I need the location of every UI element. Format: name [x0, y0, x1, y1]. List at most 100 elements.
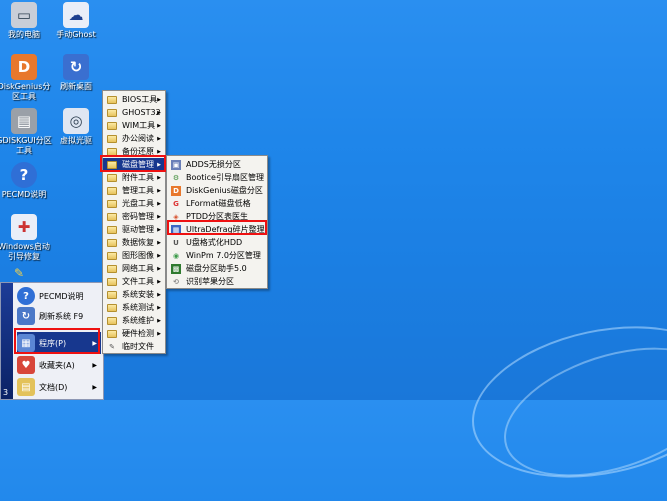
- submenu-arrow-icon: ▶: [157, 213, 161, 220]
- menu-item-label: 图形图像: [122, 251, 154, 260]
- submenu-arrow-icon: ▶: [157, 200, 161, 207]
- desktop-icon-label: PECMD说明: [1, 190, 47, 199]
- desktop-icon-manual-ghost[interactable]: ☁ 手动Ghost: [44, 2, 108, 40]
- pencil-icon: ✎: [109, 342, 115, 351]
- menu-item-file-tools[interactable]: 文件工具 ▶: [103, 275, 165, 288]
- highlight-box-disk-management: [100, 155, 166, 172]
- menu-item-label: 光盘工具: [122, 199, 154, 208]
- menu-item-label: 网络工具: [122, 264, 154, 273]
- folder-icon: [107, 186, 117, 195]
- menu-item-label: DiskGenius磁盘分区: [186, 186, 263, 195]
- highlight-box-programs: [14, 328, 100, 354]
- menu-item-usb-format[interactable]: U U盘格式化HDD: [167, 236, 267, 249]
- menu-item-network-tools[interactable]: 网络工具 ▶: [103, 262, 165, 275]
- partition-assistant-icon: ▩: [171, 263, 181, 274]
- menu-item-admin-tools[interactable]: 管理工具 ▶: [103, 184, 165, 197]
- menu-item-system-install[interactable]: 系统安装 ▶: [103, 288, 165, 301]
- start-menu-item-favorites[interactable]: ♥ 收藏夹(A) ▶: [17, 354, 101, 376]
- documents-icon: ▤: [17, 378, 35, 396]
- folder-icon: [107, 225, 117, 234]
- menu-item-driver-management[interactable]: 驱动管理 ▶: [103, 223, 165, 236]
- highlight-box-ultradefrag: [167, 220, 267, 235]
- desktop-icon-label: 虚拟光驱: [60, 136, 92, 145]
- menu-item-label: 办公阅读: [122, 134, 154, 143]
- submenu-arrow-icon: ▶: [157, 265, 161, 272]
- ghost-icon: ☁: [63, 2, 89, 28]
- folder-icon: [107, 290, 117, 299]
- menu-item-lformat[interactable]: G LFormat磁盘低格: [167, 197, 267, 210]
- start-menu-item-label: 收藏夹(A): [39, 360, 75, 370]
- desktop-icon-virtual-drive[interactable]: ◎ 虚拟光驱: [44, 108, 108, 146]
- submenu-arrow-icon: ▶: [157, 330, 161, 337]
- menu-item-bios-tools[interactable]: BIOS工具 ▶: [103, 93, 165, 106]
- start-menu-item-documents[interactable]: ▤ 文档(D) ▶: [17, 376, 101, 398]
- menu-item-label: 管理工具: [122, 186, 154, 195]
- menu-item-label: 磁盘分区助手5.0: [186, 264, 247, 273]
- desktop-icon-pecmd-help[interactable]: ? PECMD说明: [0, 162, 56, 200]
- diskgenius-icon: D: [11, 54, 37, 80]
- menu-item-ghost32[interactable]: GHOST32 ▶: [103, 106, 165, 119]
- menu-item-label: 驱动管理: [122, 225, 154, 234]
- menu-item-system-maintenance[interactable]: 系统维护 ▶: [103, 314, 165, 327]
- menu-item-password-management[interactable]: 密码管理 ▶: [103, 210, 165, 223]
- help-icon: ?: [17, 287, 35, 305]
- menu-item-label: LFormat磁盘低格: [186, 199, 251, 208]
- gdisk-icon: ▤: [11, 108, 37, 134]
- menu-item-winpm[interactable]: ◉ WinPm 7.0分区管理: [167, 249, 267, 262]
- start-menu-item-refresh[interactable]: ↻ 刷新系统 F9: [17, 305, 101, 327]
- start-menu-item-pecmd[interactable]: ? PECMD说明: [17, 285, 101, 307]
- folder-icon: [107, 134, 117, 143]
- desktop-icon-label: Windows启动 引导修复: [0, 242, 50, 261]
- folder-icon: [107, 238, 117, 247]
- folder-icon: [107, 316, 117, 325]
- bootice-icon: ⚙: [172, 173, 180, 182]
- menu-item-apple-partition[interactable]: ⟲ 识别苹果分区: [167, 275, 267, 288]
- submenu-arrow-icon: ▶: [157, 239, 161, 246]
- menu-item-diskgenius[interactable]: D DiskGenius磁盘分区: [167, 184, 267, 197]
- menu-item-adds[interactable]: ▣ ADDS无损分区: [167, 158, 267, 171]
- computer-icon: ▭: [11, 2, 37, 28]
- menu-item-temp-files[interactable]: ✎ 临时文件: [103, 340, 165, 353]
- desktop-icon-label: 手动Ghost: [56, 30, 96, 39]
- submenu-arrow-icon: ▶: [92, 361, 97, 369]
- folder-icon: [107, 108, 117, 117]
- menu-item-partition-assistant[interactable]: ▩ 磁盘分区助手5.0: [167, 262, 267, 275]
- diskgenius-icon: D: [171, 185, 181, 196]
- menu-item-label: 附件工具: [122, 173, 154, 182]
- submenu-arrow-icon: ▶: [92, 383, 97, 391]
- menu-item-label: 文件工具: [122, 277, 154, 286]
- desktop-icon-boot-repair[interactable]: ✚ Windows启动 引导修复: [0, 214, 56, 262]
- menu-item-accessories[interactable]: 附件工具 ▶: [103, 171, 165, 184]
- submenu-arrow-icon: ▶: [157, 278, 161, 285]
- start-menu-item-label: 文档(D): [39, 382, 68, 392]
- folder-icon: [107, 329, 117, 338]
- menu-item-graphics[interactable]: 图形图像 ▶: [103, 249, 165, 262]
- menu-item-label: U盘格式化HDD: [186, 238, 243, 247]
- virtual-drive-icon: ◎: [63, 108, 89, 134]
- submenu-arrow-icon: ▶: [157, 109, 161, 116]
- lformat-icon: G: [173, 199, 179, 208]
- menu-item-system-test[interactable]: 系统测试 ▶: [103, 301, 165, 314]
- menu-item-label: WinPm 7.0分区管理: [186, 251, 261, 260]
- folder-icon: [107, 212, 117, 221]
- usb-format-icon: U: [173, 238, 179, 247]
- menu-item-data-recovery[interactable]: 数据恢复 ▶: [103, 236, 165, 249]
- menu-item-label: WIM工具: [122, 121, 156, 130]
- folder-icon: [107, 95, 117, 104]
- refresh-desktop-icon: ↻: [63, 54, 89, 80]
- submenu-arrow-icon: ▶: [157, 135, 161, 142]
- submenu-arrow-icon: ▶: [157, 291, 161, 298]
- menu-item-disc-tools[interactable]: 光盘工具 ▶: [103, 197, 165, 210]
- desktop-icon-label: 刷新桌面: [60, 82, 92, 91]
- desktop-icon-refresh-desktop[interactable]: ↻ 刷新桌面: [44, 54, 108, 92]
- start-menu-item-label: 刷新系统 F9: [39, 311, 84, 321]
- menu-item-label: BIOS工具: [122, 95, 158, 104]
- start-menu-sidebar-text: 3: [3, 388, 9, 397]
- menu-item-bootice[interactable]: ⚙ Bootice引导扇区管理: [167, 171, 267, 184]
- menu-item-office-reading[interactable]: 办公阅读 ▶: [103, 132, 165, 145]
- adds-icon: ▣: [171, 159, 181, 170]
- menu-item-hardware-detect[interactable]: 硬件检测 ▶: [103, 327, 165, 340]
- menu-item-wim-tools[interactable]: WIM工具 ▶: [103, 119, 165, 132]
- programs-submenu: BIOS工具 ▶ GHOST32 ▶ WIM工具 ▶ 办公阅读 ▶ 备份还原 ▶ 磁盘管理…: [102, 90, 166, 354]
- menu-item-label: 系统维护: [122, 316, 154, 325]
